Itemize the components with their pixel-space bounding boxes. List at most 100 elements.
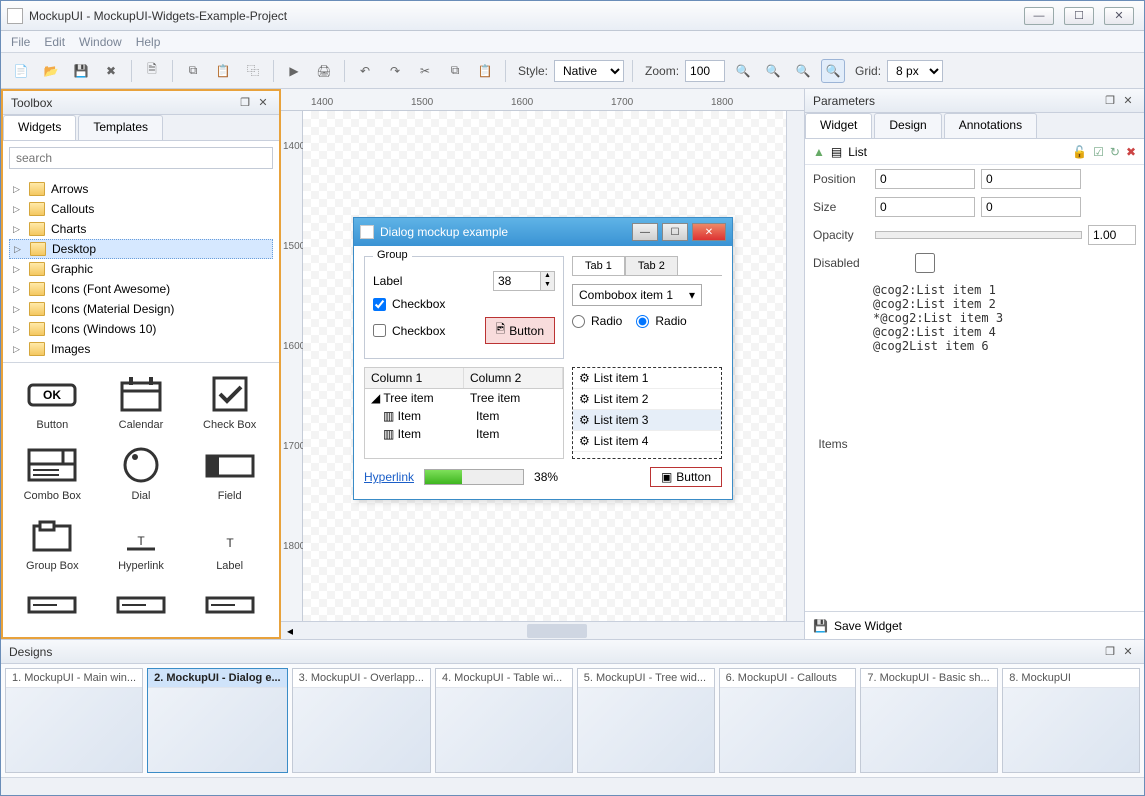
visible-icon[interactable]: ☑: [1093, 145, 1104, 159]
dialog-maximize-button[interactable]: ☐: [662, 223, 688, 241]
menu-window[interactable]: Window: [79, 35, 122, 49]
tab-widgets[interactable]: Widgets: [3, 115, 76, 140]
widget-check-box[interactable]: Check Box: [186, 369, 273, 436]
delete-icon[interactable]: ✖: [99, 59, 123, 83]
widget-more[interactable]: [186, 581, 273, 632]
design-card[interactable]: 4. MockupUI - Table wi...: [435, 668, 573, 773]
widget-label[interactable]: TLabel: [186, 510, 273, 577]
play-icon[interactable]: ▶: [282, 59, 306, 83]
designs-hscroll[interactable]: [1, 777, 1144, 795]
opacity-value[interactable]: [1088, 225, 1136, 245]
folder-icons-windows-10-[interactable]: ▷Icons (Windows 10): [9, 319, 273, 339]
style-select[interactable]: Native: [554, 60, 624, 82]
save-icon[interactable]: 💾: [69, 59, 93, 83]
tab-1[interactable]: Tab 1: [572, 256, 625, 275]
folder-icons-material-design-[interactable]: ▷Icons (Material Design): [9, 299, 273, 319]
widget-combo-box[interactable]: Combo Box: [9, 440, 96, 507]
new-icon[interactable]: 📄: [9, 59, 33, 83]
close-designs-icon[interactable]: ✕: [1120, 645, 1136, 659]
design-card[interactable]: 8. MockupUI: [1002, 668, 1140, 773]
size-w[interactable]: [875, 197, 975, 217]
undock-designs-icon[interactable]: ❐: [1102, 645, 1118, 659]
folder-callouts[interactable]: ▷Callouts: [9, 199, 273, 219]
widget-more[interactable]: [98, 581, 185, 632]
menu-edit[interactable]: Edit: [44, 35, 65, 49]
zoom-input[interactable]: [685, 60, 725, 82]
zoom-actual-icon[interactable]: 🔍: [821, 59, 845, 83]
duplicate-icon[interactable]: ⿻: [241, 59, 265, 83]
checkbox-1[interactable]: Checkbox: [373, 297, 555, 311]
folder-tree[interactable]: ▷Arrows▷Callouts▷Charts▷Desktop▷Graphic▷…: [3, 175, 279, 363]
open-icon[interactable]: 📂: [39, 59, 63, 83]
export-icon[interactable]: 🗎: [140, 59, 164, 83]
checkbox-2[interactable]: Checkbox: [373, 324, 445, 338]
tab-2[interactable]: Tab 2: [625, 256, 678, 275]
dialog-close-button[interactable]: ✕: [692, 223, 726, 241]
cut-icon[interactable]: ✂: [413, 59, 437, 83]
list-item[interactable]: ⚙List item 3: [573, 410, 721, 431]
undo-icon[interactable]: ↶: [353, 59, 377, 83]
zoom-fit-icon[interactable]: 🔍: [791, 59, 815, 83]
remove-icon[interactable]: ✖: [1126, 145, 1136, 159]
list-item[interactable]: ⚙List item 4: [573, 431, 721, 452]
design-card[interactable]: 6. MockupUI - Callouts: [719, 668, 857, 773]
hyperlink[interactable]: Hyperlink: [364, 470, 414, 484]
design-card[interactable]: 1. MockupUI - Main win...: [5, 668, 143, 773]
design-card[interactable]: 5. MockupUI - Tree wid...: [577, 668, 715, 773]
listbox[interactable]: ⚙List item 1⚙List item 2⚙List item 3⚙Lis…: [572, 367, 722, 459]
canvas[interactable]: Dialog mockup example — ☐ ✕ Group Label: [303, 111, 786, 621]
canvas-hscroll[interactable]: ◂: [281, 621, 804, 639]
refresh-icon[interactable]: ↻: [1110, 145, 1120, 159]
folder-graphic[interactable]: ▷Graphic: [9, 259, 273, 279]
zoom-out-icon[interactable]: 🔍: [731, 59, 755, 83]
paste-icon[interactable]: 📋: [211, 59, 235, 83]
close-panel-icon[interactable]: ✕: [255, 96, 271, 110]
print-icon[interactable]: 🖨: [312, 59, 336, 83]
combobox[interactable]: Combobox item 1▾: [572, 284, 702, 306]
radio-1[interactable]: Radio: [572, 314, 622, 328]
button-2[interactable]: ▣ Button: [650, 467, 722, 487]
widget-more[interactable]: [9, 581, 96, 632]
copy-icon[interactable]: ⧉: [181, 59, 205, 83]
paste2-icon[interactable]: 📋: [473, 59, 497, 83]
disabled-checkbox[interactable]: [875, 253, 975, 273]
maximize-button[interactable]: ☐: [1064, 7, 1094, 25]
widget-button[interactable]: OKButton: [9, 369, 96, 436]
dialog-titlebar[interactable]: Dialog mockup example — ☐ ✕: [354, 218, 732, 246]
canvas-vscroll[interactable]: [786, 111, 804, 621]
list-item[interactable]: ⚙List item 1: [573, 368, 721, 389]
lock-icon[interactable]: 🔓: [1072, 145, 1087, 159]
undock-icon[interactable]: ❐: [237, 96, 253, 110]
design-card[interactable]: 2. MockupUI - Dialog e...: [147, 668, 288, 773]
folder-arrows[interactable]: ▷Arrows: [9, 179, 273, 199]
menu-file[interactable]: File: [11, 35, 30, 49]
size-h[interactable]: [981, 197, 1081, 217]
folder-images[interactable]: ▷Images: [9, 339, 273, 359]
folder-charts[interactable]: ▷Charts: [9, 219, 273, 239]
collapse-icon[interactable]: ▲: [813, 145, 825, 159]
button-1[interactable]: 🖻 Button: [485, 317, 555, 344]
copy2-icon[interactable]: ⧉: [443, 59, 467, 83]
zoom-in-icon[interactable]: 🔍: [761, 59, 785, 83]
grid-select[interactable]: 8 px: [887, 60, 943, 82]
widget-group-box[interactable]: Group Box: [9, 510, 96, 577]
redo-icon[interactable]: ↷: [383, 59, 407, 83]
widget-dial[interactable]: Dial: [98, 440, 185, 507]
search-input[interactable]: [9, 147, 273, 169]
tab-design[interactable]: Design: [874, 113, 941, 138]
close-params-icon[interactable]: ✕: [1120, 94, 1136, 108]
list-item[interactable]: ⚙List item 2: [573, 389, 721, 410]
menu-help[interactable]: Help: [136, 35, 161, 49]
widget-calendar[interactable]: Calendar: [98, 369, 185, 436]
tab-templates[interactable]: Templates: [78, 115, 163, 140]
position-x[interactable]: [875, 169, 975, 189]
folder-icons-font-awesome-[interactable]: ▷Icons (Font Awesome): [9, 279, 273, 299]
opacity-slider[interactable]: [875, 231, 1082, 239]
minimize-button[interactable]: —: [1024, 7, 1054, 25]
items-textarea[interactable]: @cog2:List item 1 @cog2:List item 2 *@co…: [861, 277, 1144, 611]
dialog-mockup[interactable]: Dialog mockup example — ☐ ✕ Group Label: [353, 217, 733, 500]
undock-params-icon[interactable]: ❐: [1102, 94, 1118, 108]
design-card[interactable]: 7. MockupUI - Basic sh...: [860, 668, 998, 773]
tab-annotations[interactable]: Annotations: [944, 113, 1037, 138]
folder-desktop[interactable]: ▷Desktop: [9, 239, 273, 259]
